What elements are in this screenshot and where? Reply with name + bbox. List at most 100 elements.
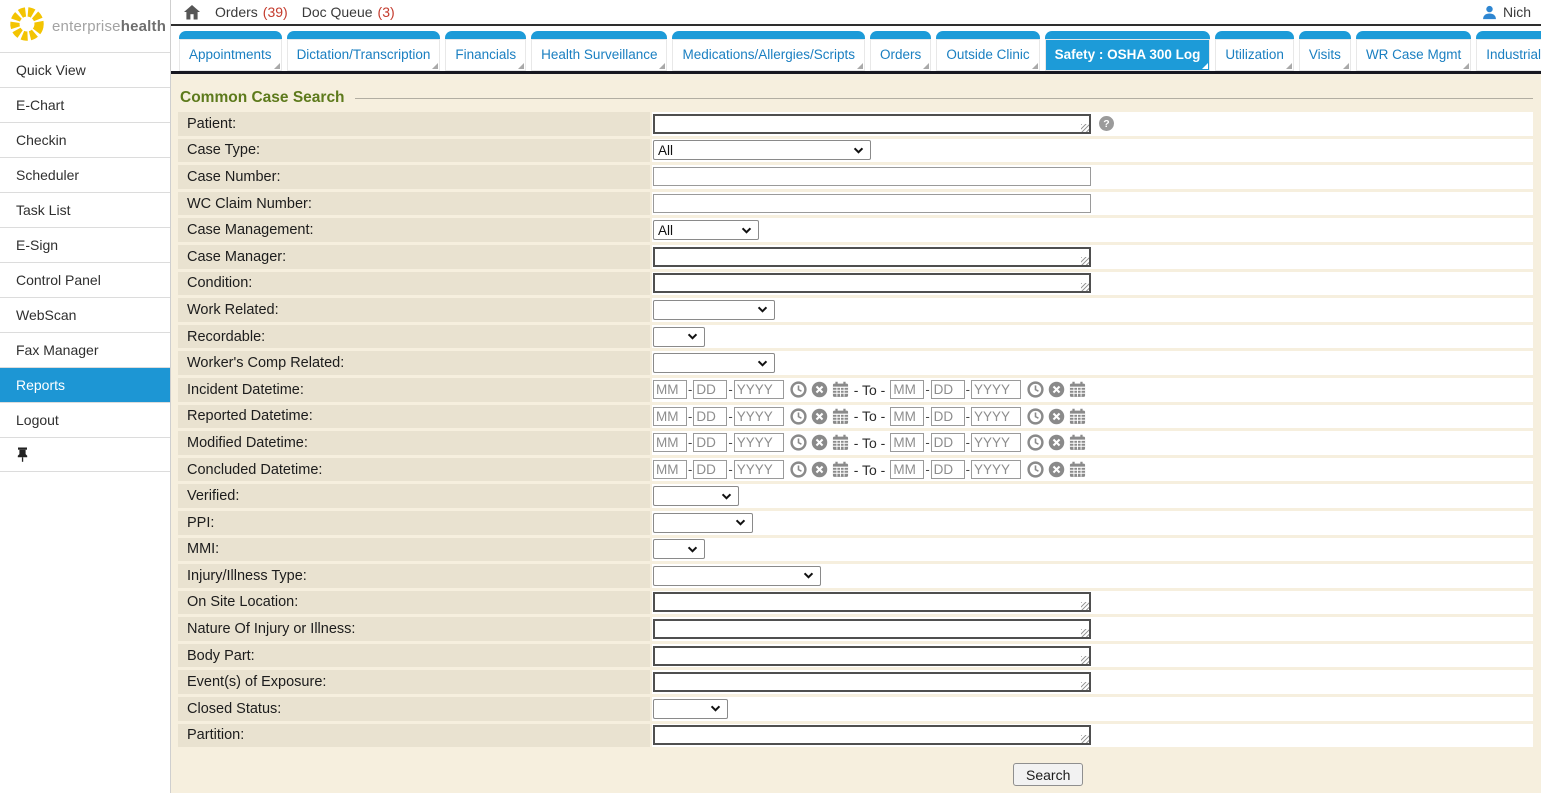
clear-icon[interactable] [811,434,828,451]
condition-input[interactable] [653,273,1091,293]
clear-icon[interactable] [811,408,828,425]
sidebar-item-control-panel[interactable]: Control Panel [0,262,170,297]
calendar-icon[interactable] [832,434,849,451]
clock-icon[interactable] [790,434,807,451]
sidebar-item-checkin[interactable]: Checkin [0,122,170,157]
to-mm-input[interactable] [890,380,924,399]
sidebar-item-webscan[interactable]: WebScan [0,297,170,332]
wc-claim-number-input[interactable] [653,194,1091,213]
from-yyyy-input[interactable] [734,433,784,452]
tab-appointments[interactable]: Appointments [179,31,282,71]
user-menu[interactable]: Nich [1481,4,1531,21]
clear-icon[interactable] [811,381,828,398]
case-management-select[interactable]: All [653,220,759,240]
clear-icon[interactable] [1048,408,1065,425]
sidebar-item-fax-manager[interactable]: Fax Manager [0,332,170,367]
calendar-icon[interactable] [832,408,849,425]
clock-icon[interactable] [1027,461,1044,478]
calendar-icon[interactable] [1069,408,1086,425]
clock-icon[interactable] [790,381,807,398]
on-site-location-input[interactable] [653,592,1091,612]
case-manager-input[interactable] [653,247,1091,267]
work-related-select[interactable] [653,300,775,320]
search-button[interactable]: Search [1013,763,1083,786]
home-icon[interactable] [183,4,201,21]
clock-icon[interactable] [790,461,807,478]
resize-grip[interactable] [1081,735,1089,743]
clear-icon[interactable] [1048,461,1065,478]
sidebar-item-reports[interactable]: Reports [0,367,170,402]
from-mm-input[interactable] [653,460,687,479]
resize-grip[interactable] [1081,257,1089,265]
tab-wr-case-mgmt[interactable]: WR Case Mgmt [1356,31,1471,71]
ppi-select[interactable] [653,513,753,533]
to-dd-input[interactable] [931,433,965,452]
sidebar-item-task-list[interactable]: Task List [0,192,170,227]
sidebar-pin-toggle[interactable] [0,437,170,472]
clear-icon[interactable] [811,461,828,478]
tab-orders[interactable]: Orders [870,31,931,71]
tab-industrial-hygiene[interactable]: Industrial Hygiene [1476,31,1541,71]
from-dd-input[interactable] [693,460,727,479]
resize-grip[interactable] [1081,682,1089,690]
from-mm-input[interactable] [653,407,687,426]
calendar-icon[interactable] [1069,461,1086,478]
clock-icon[interactable] [1027,434,1044,451]
recordable-select[interactable] [653,327,705,347]
to-mm-input[interactable] [890,407,924,426]
clock-icon[interactable] [790,408,807,425]
case-number-input[interactable] [653,167,1091,186]
to-yyyy-input[interactable] [971,380,1021,399]
body-part-input[interactable] [653,646,1091,666]
to-mm-input[interactable] [890,433,924,452]
resize-grip[interactable] [1081,629,1089,637]
partition-input[interactable] [653,725,1091,745]
to-dd-input[interactable] [931,460,965,479]
to-yyyy-input[interactable] [971,433,1021,452]
nature-of-injury-or-illness-input[interactable] [653,619,1091,639]
sidebar-item-e-sign[interactable]: E-Sign [0,227,170,262]
from-dd-input[interactable] [693,407,727,426]
injury-illness-type-select[interactable] [653,566,821,586]
help-icon[interactable]: ? [1099,116,1114,131]
orders-link[interactable]: Orders (39) [215,4,288,20]
calendar-icon[interactable] [832,381,849,398]
calendar-icon[interactable] [1069,434,1086,451]
sidebar-item-e-chart[interactable]: E-Chart [0,87,170,122]
from-dd-input[interactable] [693,433,727,452]
tab-visits[interactable]: Visits [1299,31,1351,71]
tab-outside-clinic[interactable]: Outside Clinic [936,31,1039,71]
clock-icon[interactable] [1027,381,1044,398]
from-dd-input[interactable] [693,380,727,399]
to-dd-input[interactable] [931,380,965,399]
to-yyyy-input[interactable] [971,407,1021,426]
case-type-select[interactable]: All [653,140,871,160]
closed-status-select[interactable] [653,699,728,719]
tab-safety-osha-300-log[interactable]: Safety : OSHA 300 Log [1045,31,1211,71]
from-mm-input[interactable] [653,380,687,399]
resize-grip[interactable] [1081,656,1089,664]
worker-s-comp-related-select[interactable] [653,353,775,373]
from-mm-input[interactable] [653,433,687,452]
resize-grip[interactable] [1081,602,1089,610]
doc-queue-link[interactable]: Doc Queue (3) [302,4,395,20]
from-yyyy-input[interactable] [734,380,784,399]
tab-utilization[interactable]: Utilization [1215,31,1294,71]
event-s-of-exposure-input[interactable] [653,672,1091,692]
clear-icon[interactable] [1048,381,1065,398]
clock-icon[interactable] [1027,408,1044,425]
calendar-icon[interactable] [832,461,849,478]
to-dd-input[interactable] [931,407,965,426]
tab-medications-allergies-scripts[interactable]: Medications/Allergies/Scripts [672,31,865,71]
sidebar-item-quick-view[interactable]: Quick View [0,52,170,87]
patient-input[interactable] [653,114,1091,134]
mmi-select[interactable] [653,539,705,559]
sidebar-item-logout[interactable]: Logout [0,402,170,437]
tab-financials[interactable]: Financials [445,31,526,71]
clear-icon[interactable] [1048,434,1065,451]
sidebar-item-scheduler[interactable]: Scheduler [0,157,170,192]
to-yyyy-input[interactable] [971,460,1021,479]
resize-grip[interactable] [1081,124,1089,132]
calendar-icon[interactable] [1069,381,1086,398]
from-yyyy-input[interactable] [734,407,784,426]
